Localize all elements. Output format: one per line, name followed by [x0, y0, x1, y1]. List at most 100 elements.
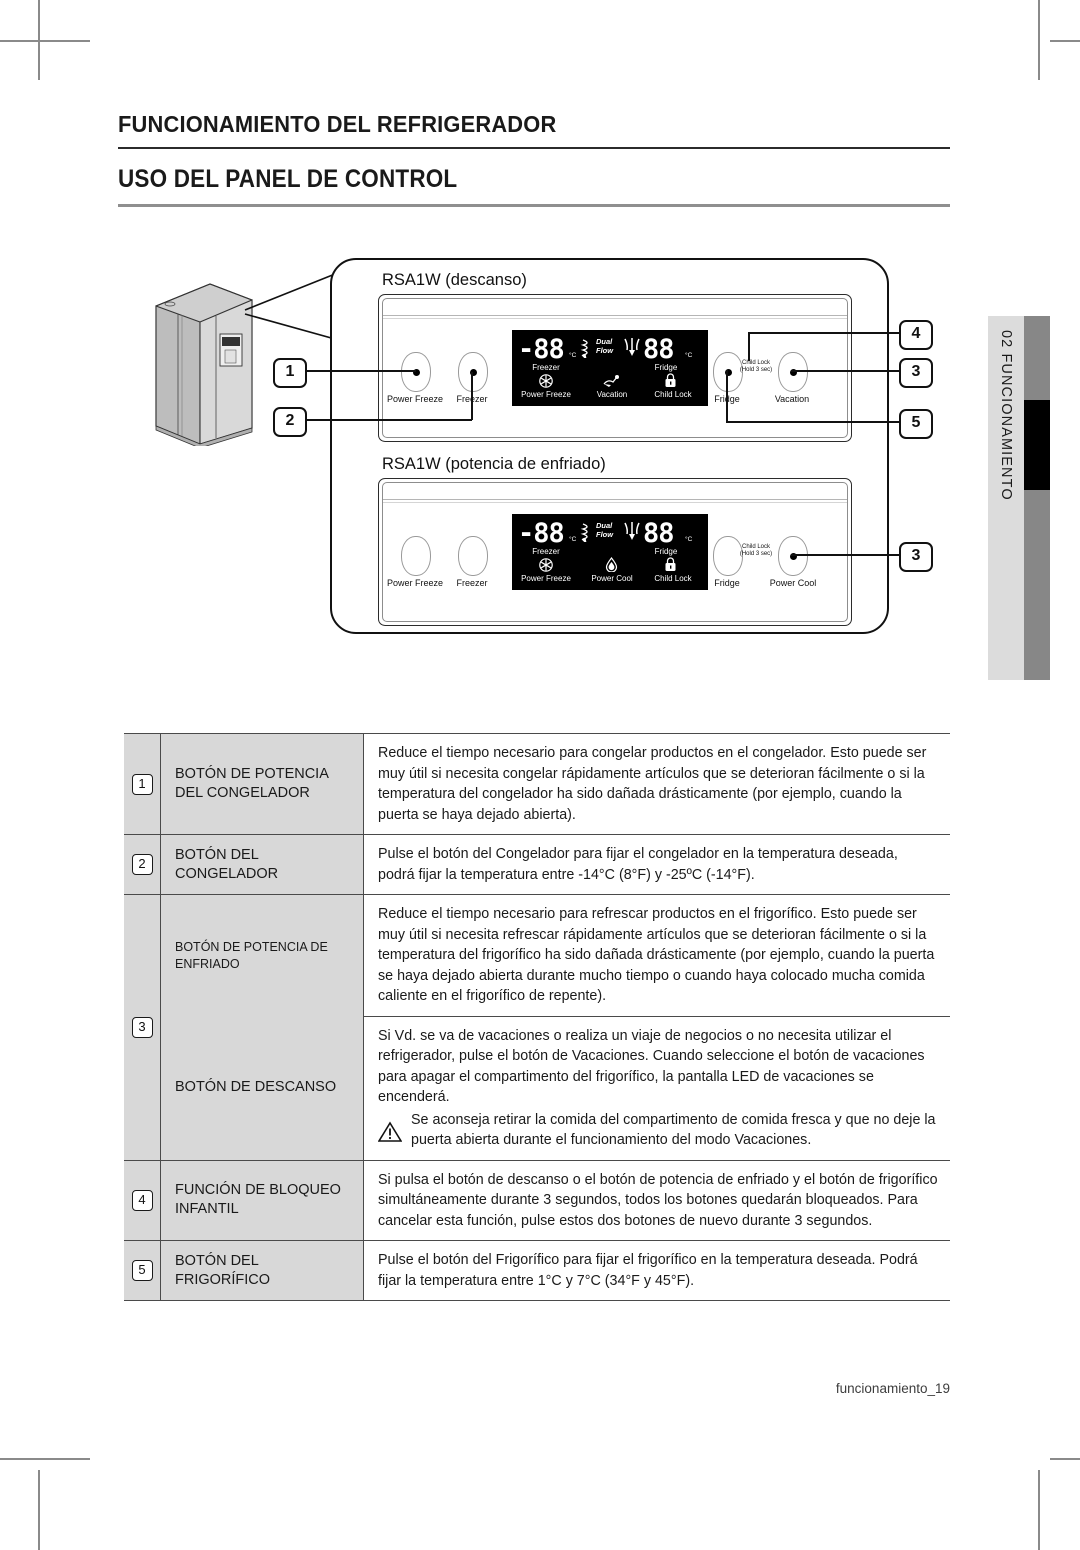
chapter-title: FUNCIONAMIENTO DEL REFRIGERADOR: [118, 111, 557, 137]
table-row: 2 BOTÓN DEL CONGELADOR Pulse el botón de…: [124, 834, 950, 895]
lead-callout-1: [300, 370, 416, 372]
button-power-freeze-b[interactable]: [401, 536, 431, 576]
page-header: FUNCIONAMIENTO DEL REFRIGERADOR USO DEL …: [118, 111, 950, 208]
lead-callout-3-a: [791, 370, 901, 372]
callout-3-b: 3: [899, 542, 933, 572]
crop-mark-bottom-right-v: [1038, 1470, 1040, 1550]
button-freezer-b-label: Freezer: [456, 578, 488, 588]
row-1-number: 1: [131, 773, 153, 795]
row-2-number: 2: [131, 854, 153, 875]
row-3-number-cell: 3: [124, 894, 161, 1161]
lock-icon-a: [665, 373, 676, 387]
row-3-number: 3: [131, 1016, 153, 1038]
row-4-number: 4: [131, 1189, 153, 1211]
callout-3-a: 3: [899, 358, 933, 388]
lead-callout-5-v: [726, 370, 728, 423]
cool-air-icon-a: [624, 337, 640, 356]
button-power-freeze-a-label: Power Freeze: [386, 394, 444, 404]
led-b-dual-flow-label: Dual Flow: [596, 521, 613, 539]
row-3b-warning-block: Se aconseja retirar la comida del compar…: [378, 1110, 938, 1151]
row-3b-warning-text: Se aconseja retirar la comida del compar…: [411, 1111, 936, 1149]
callout-5: 5: [899, 409, 933, 439]
led-b-freezer-unit: °C: [569, 536, 577, 543]
row-1-name: BOTÓN DE POTENCIA DEL CONGELADOR: [160, 733, 364, 835]
table-row: 5 BOTÓN DEL FRIGORÍFICO Pulse el botón d…: [124, 1240, 950, 1301]
row-3a-name: BOTÓN DE POTENCIA DE ENFRIADO: [160, 894, 364, 1016]
chapter-tab: 02 FUNCIONAMIENTO: [988, 316, 1024, 680]
vacation-icon-a: [603, 375, 619, 387]
chapter-tab-bar: [1024, 316, 1050, 680]
lock-icon-b: [665, 557, 676, 571]
button-vacation-a-label: Vacation: [774, 394, 810, 404]
child-lock-hint-b-hold: (Hold 3 sec): [739, 551, 773, 557]
row-5-desc: Pulse el botón del Frigorífico para fija…: [363, 1240, 950, 1301]
led-a-fridge-value: 88: [643, 334, 675, 365]
panel-b-lip: [383, 499, 847, 500]
button-fridge-b-label: Fridge: [714, 578, 740, 588]
panel-a-lip: [383, 315, 847, 316]
led-a-fridge-label: Fridge: [654, 363, 678, 372]
row-3b-name: BOTÓN DE DESCANSO: [160, 1016, 364, 1161]
chapter-tab-label: 02 FUNCIONAMIENTO: [998, 330, 1014, 501]
led-a-dual-flow-label: Dual Flow: [596, 337, 613, 355]
row-2-number-cell: 2: [124, 834, 161, 895]
row-3b-desc: Si Vd. se va de vacaciones o realiza un …: [378, 1027, 925, 1106]
row-5-number-cell: 5: [124, 1240, 161, 1301]
button-vacation-a[interactable]: [778, 352, 808, 392]
table-row: 4 FUNCIÓN DE BLOQUEO INFANTIL Si pulsa e…: [124, 1159, 950, 1241]
water-drop-icon-b: [605, 557, 618, 572]
led-a-indicator-child-lock: Child Lock: [654, 390, 692, 399]
led-b-flow: Flow: [596, 530, 614, 539]
led-b-freezer-value: -88: [518, 518, 565, 549]
led-b-fridge-unit: °C: [685, 536, 693, 543]
chapter-tab-active-segment: [1024, 400, 1050, 490]
button-freezer-b[interactable]: [458, 536, 488, 576]
led-a-freezer-value: -88: [518, 334, 565, 365]
led-a-indicator-power-freeze: Power Freeze: [521, 390, 571, 399]
button-freezer-a[interactable]: [458, 352, 488, 392]
lead-callout-4-h: [748, 332, 900, 334]
crop-mark-top-left-h: [0, 40, 90, 42]
child-lock-hint-a-title: Child Lock: [741, 360, 770, 366]
row-3b-desc-cell: Si Vd. se va de vacaciones o realiza un …: [363, 1015, 950, 1161]
lead-callout-2-h: [300, 419, 472, 421]
led-b-freezer-label: Freezer: [532, 547, 560, 556]
led-b-indicator-power-cool: Power Cool: [591, 574, 633, 583]
button-power-freeze-a[interactable]: [401, 352, 431, 392]
lead-callout-2-v: [471, 372, 473, 420]
crop-mark-bottom-left-h: [0, 1458, 90, 1460]
row-2-desc: Pulse el botón del Congelador para fijar…: [363, 834, 950, 895]
led-a-freezer-label: Freezer: [532, 363, 560, 372]
led-a-freezer-unit: °C: [569, 352, 577, 359]
led-b-fridge-value: 88: [643, 518, 675, 549]
row-1-desc: Reduce el tiempo necesario para congelar…: [363, 733, 950, 835]
row-2-name: BOTÓN DEL CONGELADOR: [160, 834, 364, 895]
page-title: USO DEL PANEL DE CONTROL: [118, 164, 458, 193]
button-power-freeze-b-label: Power Freeze: [386, 578, 444, 588]
dual-flow-icon-a: [580, 339, 588, 358]
dual-flow-icon-b: [580, 523, 588, 542]
snowflake-icon-b: [539, 558, 553, 572]
table-row: 3 BOTÓN DE POTENCIA DE ENFRIADO Reduce e…: [124, 894, 950, 1161]
row-4-desc: Si pulsa el botón de descanso o el botón…: [363, 1159, 950, 1241]
crop-mark-top-right-h: [1050, 40, 1080, 42]
snowflake-icon-a: [539, 374, 553, 388]
led-a-indicator-vacation: Vacation: [596, 390, 628, 399]
row-4-name: FUNCIÓN DE BLOQUEO INFANTIL: [160, 1159, 364, 1241]
led-a-fridge-unit: °C: [685, 352, 693, 359]
callout-1: 1: [273, 358, 307, 388]
callout-2: 2: [273, 407, 307, 437]
child-lock-hint-b-title: Child Lock: [741, 544, 770, 550]
led-b-indicator-child-lock: Child Lock: [654, 574, 692, 583]
cool-air-icon-b: [624, 521, 640, 540]
button-power-cool-b[interactable]: [778, 536, 808, 576]
child-lock-hint-a-hold: (Hold 3 sec): [739, 367, 773, 373]
row-5-number: 5: [131, 1260, 153, 1281]
page-footer: funcionamiento_19: [835, 1381, 950, 1396]
led-b-indicator-power-freeze: Power Freeze: [521, 574, 571, 583]
manual-page: FUNCIONAMIENTO DEL REFRIGERADOR USO DEL …: [0, 0, 1080, 1550]
row-1-number-cell: 1: [124, 733, 161, 835]
child-lock-hint-a: Child Lock (Hold 3 sec): [734, 360, 778, 374]
table-row: BOTÓN DE DESCANSO Si Vd. se va de vacaci…: [124, 1015, 950, 1161]
callout-4: 4: [899, 320, 933, 350]
